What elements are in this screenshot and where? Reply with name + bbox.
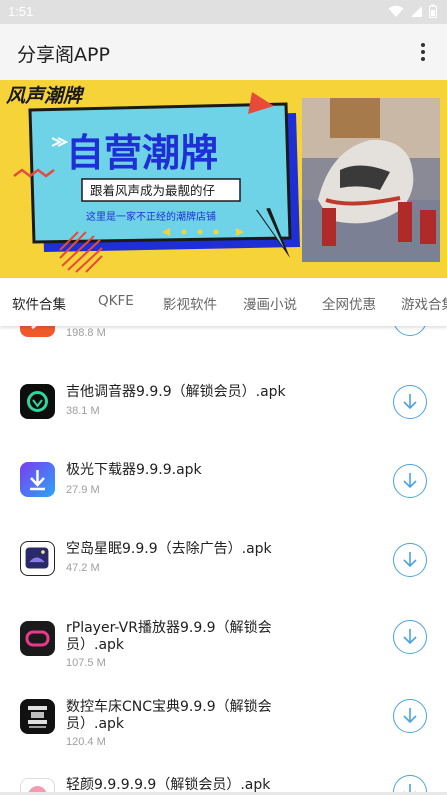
status-time: 1:51 xyxy=(8,4,34,19)
tab-games[interactable]: 游戏合集 xyxy=(401,293,447,313)
wifi-icon xyxy=(388,5,404,17)
download-icon[interactable] xyxy=(393,326,427,336)
banner-tagline: 跟着风声成为最靓的仔 xyxy=(90,183,215,198)
list-item[interactable]: 极光下载器9.9.9.apk 27.9 M xyxy=(0,438,447,517)
app-size: 198.8 M xyxy=(66,327,106,339)
list-item[interactable]: 数控车床CNC宝典9.9.9（解锁会员）.apk 120.4 M xyxy=(0,675,447,754)
app-name: rPlayer-VR播放器9.9.9（解锁会员）.apk xyxy=(66,620,272,653)
list-item[interactable]: 轻颜9.9.9.9.9（解锁会员）.apk xyxy=(0,754,447,795)
tab-software[interactable]: 软件合集 xyxy=(12,293,66,313)
banner-subline: 这里是一家不正经的潮牌店铺 xyxy=(86,210,216,223)
app-list: 198.8 M 吉他调音器9.9.9（解锁会员）.apk 38.1 M 极光下载… xyxy=(0,326,447,795)
rplayer-icon xyxy=(20,621,55,656)
download-icon[interactable] xyxy=(393,464,427,498)
sneakers-photo xyxy=(302,98,440,262)
tab-deals[interactable]: 全网优惠 xyxy=(322,293,376,313)
app-bar: 分享阁APP xyxy=(0,24,447,80)
promo-banner[interactable]: 风声潮牌 自营潮牌 跟着风声成为最靓的仔 这里是一家不正经的潮牌店铺 xyxy=(0,80,447,278)
banner-artwork: 风声潮牌 自营潮牌 跟着风声成为最靓的仔 这里是一家不正经的潮牌店铺 xyxy=(6,85,440,273)
tab-video[interactable]: 影视软件 xyxy=(163,293,217,313)
page-title: 分享阁APP xyxy=(17,44,110,66)
download-icon[interactable] xyxy=(393,620,427,654)
status-icons xyxy=(388,4,437,18)
aurora-downloader-icon xyxy=(20,462,55,497)
download-icon[interactable] xyxy=(393,385,427,419)
list-item[interactable]: 198.8 M xyxy=(0,326,447,359)
download-icon[interactable] xyxy=(393,699,427,733)
app-name: 空岛星眠9.9.9（去除广告）.apk xyxy=(66,541,272,557)
app-name: 数控车床CNC宝典9.9.9（解锁会员）.apk xyxy=(66,699,272,732)
cnc-lathe-icon xyxy=(20,699,55,734)
app-name: 极光下载器9.9.9.apk xyxy=(66,462,202,478)
banner-brand: 风声潮牌 xyxy=(6,85,85,107)
list-item[interactable]: 空岛星眠9.9.9（去除广告）.apk 47.2 M xyxy=(0,517,447,596)
download-icon[interactable] xyxy=(393,543,427,577)
more-vert-icon[interactable] xyxy=(411,40,435,64)
guitar-tuner-icon xyxy=(20,384,55,419)
banner-headline: 自营潮牌 xyxy=(66,131,218,175)
tab-comics[interactable]: 漫画小说 xyxy=(243,293,297,313)
tab-qkfe[interactable]: QKFE xyxy=(98,293,134,309)
app-size: 107.5 M xyxy=(66,657,106,669)
orange-app-icon xyxy=(20,326,55,337)
app-size: 38.1 M xyxy=(66,405,100,417)
list-item[interactable]: rPlayer-VR播放器9.9.9（解锁会员）.apk 107.5 M xyxy=(0,596,447,675)
status-bar: 1:51 xyxy=(0,0,447,24)
app-size: 27.9 M xyxy=(66,484,100,496)
list-item[interactable]: 吉他调音器9.9.9（解锁会员）.apk 38.1 M xyxy=(0,359,447,438)
signal-icon xyxy=(411,5,422,17)
app-name: 吉他调音器9.9.9（解锁会员）.apk xyxy=(66,384,286,400)
battery-icon xyxy=(429,4,437,18)
sky-island-icon xyxy=(20,541,55,576)
category-tabs: 软件合集 QKFE 影视软件 漫画小说 全网优惠 游戏合集 xyxy=(0,278,447,326)
app-size: 120.4 M xyxy=(66,736,106,748)
app-size: 47.2 M xyxy=(66,562,100,574)
